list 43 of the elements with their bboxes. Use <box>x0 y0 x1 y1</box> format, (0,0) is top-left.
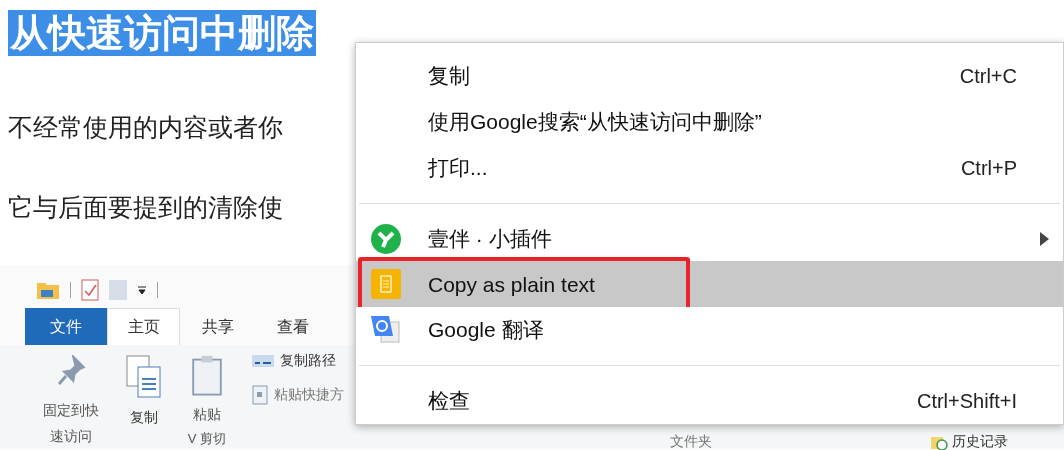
folder-label: 文件夹 <box>670 433 712 450</box>
paragraph: 不经常使用的内容或者你 <box>8 112 283 142</box>
blank-document-icon <box>109 280 127 300</box>
shortcut-label: Ctrl+Shift+I <box>916 389 1017 415</box>
cut-label[interactable]: V 剪切 <box>187 428 227 448</box>
paste-label[interactable]: 粘贴 <box>193 403 221 425</box>
y-logo-icon <box>371 223 401 254</box>
ribbon-tab[interactable]: 共享 <box>180 308 255 345</box>
menu-item[interactable]: 检查 Ctrl+Shift+I <box>356 378 1063 424</box>
dropdown-icon[interactable] <box>137 285 147 295</box>
ribbon-tab[interactable]: 主页 <box>107 308 180 345</box>
copy-path-label[interactable]: 复制路径 <box>280 350 336 371</box>
menu-item[interactable]: 复制 Ctrl+C <box>356 53 1063 99</box>
menu-item[interactable]: 打印... Ctrl+P <box>356 144 1063 191</box>
file-tab[interactable]: 文件 <box>25 308 107 345</box>
menu-item-label: Copy as plain text <box>428 271 596 298</box>
paragraph: 它与后面要提到的清除使 <box>8 192 283 222</box>
pin-label[interactable]: 固定到快 <box>43 401 99 419</box>
history-label[interactable]: 历史记录 <box>952 431 1008 450</box>
shortcut-label: Ctrl+P <box>960 155 1017 181</box>
menu-item[interactable]: Google 翻译 <box>356 307 1063 354</box>
menu-item-label: 复制 <box>428 63 471 90</box>
checkmark-document-icon <box>81 279 99 301</box>
paste-shortcut-label[interactable]: 粘贴快捷方 <box>274 383 344 405</box>
pin-icon[interactable] <box>56 355 86 387</box>
copy-label[interactable]: 复制 <box>130 407 158 428</box>
ribbon-tab[interactable]: 查看 <box>255 308 330 345</box>
menu-item-label: 使用Google搜索“从快速访问中删除” <box>428 109 763 136</box>
menu-item[interactable]: 使用Google搜索“从快速访问中删除” <box>356 98 1063 145</box>
shortcut-label: Ctrl+C <box>959 63 1017 89</box>
menu-item-label: 打印... <box>428 154 489 181</box>
clipboard-icon[interactable] <box>191 355 223 396</box>
heading: 从快速访问中删除 <box>8 10 316 56</box>
menu-item-label: 壹伴 · 小插件 <box>428 225 553 252</box>
menu-item-label: Google 翻译 <box>428 317 545 344</box>
notepad-icon <box>371 269 401 300</box>
pin-label[interactable]: 速访问 <box>50 427 92 445</box>
copy-icon[interactable] <box>126 355 162 399</box>
shortcut-clipboard-icon[interactable] <box>252 383 268 405</box>
folder-icon <box>36 280 60 300</box>
menu-item[interactable]: 壹伴 · 小插件 <box>356 215 1063 262</box>
path-icon[interactable] <box>252 354 274 367</box>
menu-item-label: 检查 <box>428 388 471 415</box>
